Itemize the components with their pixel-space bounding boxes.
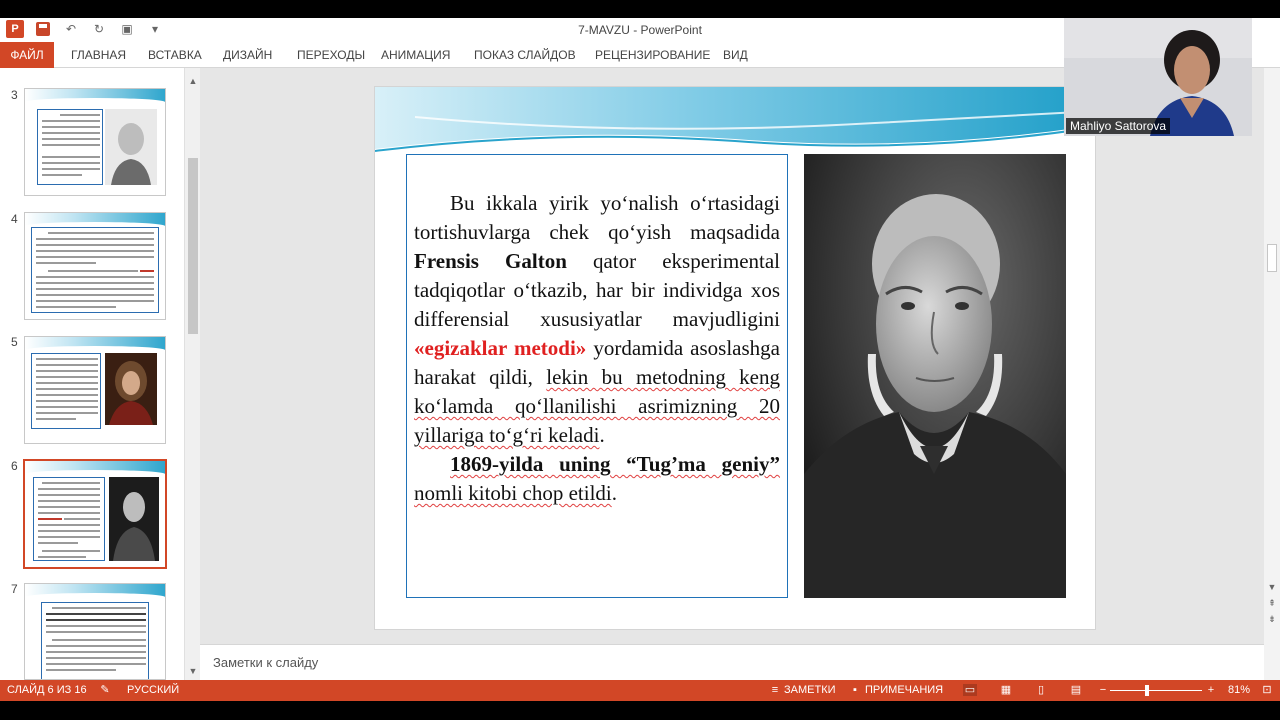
spellcheck-icon[interactable]: ✎ bbox=[98, 684, 112, 696]
webcam-overlay: Mahliyo Sattorova bbox=[1064, 18, 1252, 136]
tab-insert[interactable]: ВСТАВКА bbox=[148, 42, 202, 68]
slide-thumbnail-5[interactable] bbox=[24, 336, 166, 444]
tab-design[interactable]: ДИЗАЙН bbox=[223, 42, 272, 68]
presenter-name: Mahliyo Sattorova bbox=[1066, 118, 1171, 134]
thumbnail-wave bbox=[25, 461, 165, 478]
slide-thumbnail-3[interactable] bbox=[24, 88, 166, 196]
thumbnail-number: 3 bbox=[11, 88, 18, 102]
current-slide[interactable]: Bu ikkala yirik yo‘nalish o‘rtasidagi to… bbox=[374, 86, 1096, 630]
previous-slide-icon[interactable]: ⇞ bbox=[1267, 598, 1277, 608]
year-highlight: 1869-yilda uning “Tug’ma geniy” bbox=[450, 452, 780, 476]
status-bar: СЛАЙД 6 ИЗ 16 ✎ РУССКИЙ ≡ ЗАМЕТКИ ▪ ПРИМ… bbox=[0, 680, 1280, 701]
tab-file[interactable]: ФАЙЛ bbox=[0, 42, 54, 68]
notes-icon: ≡ bbox=[771, 684, 779, 696]
zoom-level[interactable]: 81% bbox=[1228, 684, 1250, 696]
workspace: 3 4 5 6 7 ▲ ▼ Bu ikkala yirik yo‘nalish … bbox=[0, 68, 1280, 680]
thumbnail-number: 7 bbox=[11, 582, 18, 596]
paragraph-2: 1869-yilda uning “Tug’ma geniy” nomli ki… bbox=[414, 452, 780, 505]
thumbnail-wave bbox=[25, 584, 165, 601]
slide-thumbnail-7[interactable] bbox=[24, 583, 166, 680]
bottom-black-bar bbox=[0, 701, 1280, 720]
notes-toggle[interactable]: ЗАМЕТКИ bbox=[784, 684, 836, 696]
slide-scroll-thumb[interactable] bbox=[1267, 244, 1277, 272]
slide-scrollbar[interactable]: ▼ ⇞ ⇟ bbox=[1264, 68, 1280, 680]
fit-to-window-icon[interactable]: ⊡ bbox=[1260, 684, 1274, 696]
thumbnail-text-box bbox=[41, 602, 149, 679]
portrait-image[interactable] bbox=[804, 154, 1066, 598]
comment-icon: ▪ bbox=[853, 684, 857, 696]
tab-slideshow[interactable]: ПОКАЗ СЛАЙДОВ bbox=[474, 42, 576, 68]
tab-home[interactable]: ГЛАВНАЯ bbox=[71, 42, 126, 68]
slide-counter[interactable]: СЛАЙД 6 ИЗ 16 bbox=[7, 684, 87, 696]
name-highlight: Frensis Galton bbox=[414, 249, 567, 273]
zoom-in-icon[interactable]: + bbox=[1204, 684, 1218, 696]
top-black-bar bbox=[0, 0, 1280, 18]
tab-transitions[interactable]: ПЕРЕХОДЫ bbox=[297, 42, 365, 68]
tab-animations[interactable]: АНИМАЦИЯ bbox=[381, 42, 450, 68]
scroll-down-arrow-icon[interactable]: ▼ bbox=[1267, 582, 1277, 592]
thumbnails-scrollbar[interactable]: ▲ ▼ bbox=[184, 68, 200, 680]
thumbnail-wave bbox=[25, 89, 165, 106]
reading-view-icon[interactable]: ▯ bbox=[1034, 684, 1048, 696]
thumbnail-number: 4 bbox=[11, 212, 18, 226]
slide-editing-area: Bu ikkala yirik yo‘nalish o‘rtasidagi to… bbox=[200, 68, 1264, 644]
thumbnail-text-box bbox=[37, 109, 103, 185]
thumbnail-wave bbox=[25, 337, 165, 354]
slide-thumbnail-6[interactable] bbox=[23, 459, 167, 569]
zoom-out-icon[interactable]: − bbox=[1096, 684, 1110, 696]
tab-review[interactable]: РЕЦЕНЗИРОВАНИЕ bbox=[595, 42, 710, 68]
thumbnail-portrait-image bbox=[105, 109, 157, 185]
thumbnail-number: 5 bbox=[11, 335, 18, 349]
tab-view[interactable]: ВИД bbox=[723, 42, 748, 68]
method-highlight: «egizaklar metodi» bbox=[414, 336, 587, 360]
language-indicator[interactable]: РУССКИЙ bbox=[127, 684, 179, 696]
slide-thumbnail-4[interactable] bbox=[24, 212, 166, 320]
thumbnail-number: 6 bbox=[11, 459, 18, 473]
thumbnail-text-box bbox=[31, 227, 159, 313]
scroll-up-arrow-icon[interactable]: ▲ bbox=[188, 76, 198, 86]
thumbnail-portrait-image bbox=[109, 477, 159, 561]
notes-placeholder[interactable]: Заметки к слайду bbox=[213, 655, 318, 670]
normal-view-icon[interactable]: ▭ bbox=[963, 684, 977, 696]
scroll-down-arrow-icon[interactable]: ▼ bbox=[188, 666, 198, 676]
slide-body-text: Bu ikkala yirik yo‘nalish o‘rtasidagi to… bbox=[414, 189, 780, 508]
zoom-slider[interactable] bbox=[1110, 690, 1202, 691]
slideshow-view-icon[interactable]: ▤ bbox=[1069, 684, 1083, 696]
thumbnail-text-box bbox=[33, 477, 105, 561]
next-slide-icon[interactable]: ⇟ bbox=[1267, 614, 1277, 624]
comments-toggle[interactable]: ПРИМЕЧАНИЯ bbox=[865, 684, 943, 696]
zoom-slider-handle[interactable] bbox=[1145, 685, 1149, 696]
thumbnails-scroll-thumb[interactable] bbox=[188, 158, 198, 334]
thumbnail-text-box bbox=[31, 353, 101, 429]
notes-pane[interactable]: Заметки к слайду bbox=[200, 644, 1264, 680]
thumbnail-portrait-image bbox=[105, 353, 157, 425]
paragraph-1: Bu ikkala yirik yo‘nalish o‘rtasidagi to… bbox=[414, 191, 781, 447]
slide-sorter-icon[interactable]: ▦ bbox=[999, 684, 1013, 696]
thumbnail-wave bbox=[25, 213, 165, 230]
slide-text-box[interactable]: Bu ikkala yirik yo‘nalish o‘rtasidagi to… bbox=[406, 154, 788, 598]
slide-thumbnails-pane[interactable]: 3 4 5 6 7 bbox=[0, 68, 184, 680]
